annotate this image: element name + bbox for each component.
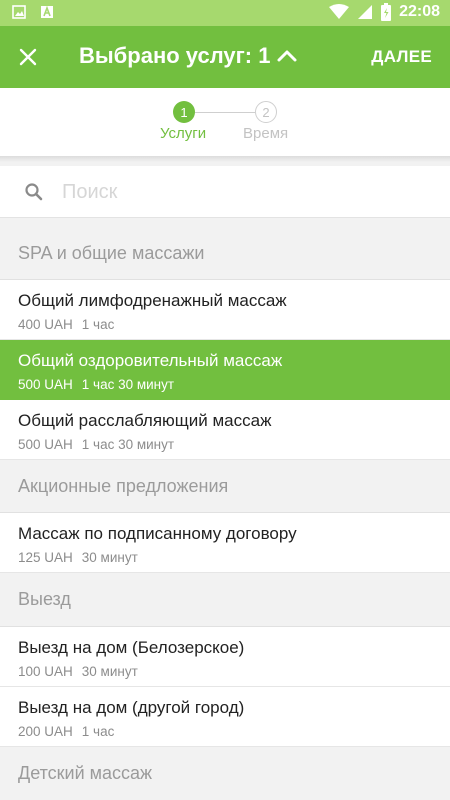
service-price: 100 UAH	[18, 664, 73, 679]
app-icon	[40, 5, 54, 19]
status-bar: 22:08	[0, 0, 450, 26]
service-name: Массаж по подписанному договору	[18, 524, 297, 543]
service-item-selected[interactable]: Общий оздоровительный массаж 500 UAH 1 ча…	[0, 340, 450, 400]
service-name: Общий расслабляющий массаж	[18, 411, 272, 430]
service-price: 500 UAH	[18, 377, 73, 392]
section-header: Детский массаж	[0, 747, 450, 800]
service-meta: 200 UAH 1 час	[18, 724, 114, 739]
step-1-number: 1	[173, 101, 195, 123]
service-name: Выезд на дом (Белозерское)	[18, 638, 245, 657]
close-button[interactable]	[10, 39, 46, 75]
signal-icon	[357, 4, 373, 20]
search-bar	[0, 166, 450, 218]
service-meta: 125 UAH 30 минут	[18, 550, 138, 565]
service-price: 200 UAH	[18, 724, 73, 739]
section-header: SPA и общие массажи	[0, 228, 450, 280]
service-duration: 1 час 30 минут	[81, 437, 175, 452]
service-price: 400 UAH	[18, 317, 73, 332]
page-title: Выбрано услуг: 1	[79, 43, 271, 68]
search-input[interactable]	[62, 178, 422, 206]
stepper: 1 2 Услуги Время	[0, 88, 450, 156]
step-1-label: Услуги	[160, 125, 207, 142]
step-2-number: 2	[255, 101, 277, 123]
selected-services-toggle[interactable]: Выбрано услуг: 1	[79, 43, 298, 69]
service-name: Общий оздоровительный массаж	[18, 351, 283, 370]
service-item[interactable]: Массаж по подписанному договору 125 UAH 3…	[0, 513, 450, 573]
step-2-label: Время	[243, 125, 289, 142]
next-button[interactable]: ДАЛЕЕ	[371, 47, 432, 67]
service-meta: 500 UAH 1 час 30 минут	[18, 437, 174, 452]
service-duration: 30 минут	[81, 664, 138, 679]
section-header: Выезд	[0, 573, 450, 627]
chevron-up-icon	[277, 50, 297, 62]
image-icon	[12, 5, 26, 19]
service-duration: 1 час	[81, 724, 115, 739]
step-connector	[195, 112, 255, 113]
service-meta: 400 UAH 1 час	[18, 317, 114, 332]
service-duration: 30 минут	[81, 550, 138, 565]
service-item[interactable]: Общий лимфодренажный массаж 400 UAH 1 час	[0, 280, 450, 340]
app-bar: Выбрано услуг: 1 ДАЛЕЕ	[0, 26, 450, 88]
service-meta: 500 UAH 1 час 30 минут	[18, 377, 174, 392]
service-item[interactable]: Выезд на дом (другой город) 200 UAH 1 час	[0, 687, 450, 747]
search-icon	[25, 183, 43, 201]
service-price: 125 UAH	[18, 550, 73, 565]
service-name: Общий лимфодренажный массаж	[18, 291, 287, 310]
service-price: 500 UAH	[18, 437, 73, 452]
status-time: 22:08	[399, 3, 440, 20]
close-icon	[19, 48, 37, 66]
service-name: Выезд на дом (другой город)	[18, 698, 245, 717]
service-duration: 1 час 30 минут	[81, 377, 175, 392]
wifi-icon	[329, 4, 350, 20]
battery-icon	[381, 3, 392, 21]
service-meta: 100 UAH 30 минут	[18, 664, 138, 679]
service-item[interactable]: Выезд на дом (Белозерское) 100 UAH 30 мин…	[0, 627, 450, 687]
service-duration: 1 час	[81, 317, 115, 332]
stepper-divider	[0, 156, 450, 162]
service-item[interactable]: Общий расслабляющий массаж 500 UAH 1 час …	[0, 400, 450, 460]
section-header: Акционные предложения	[0, 460, 450, 513]
